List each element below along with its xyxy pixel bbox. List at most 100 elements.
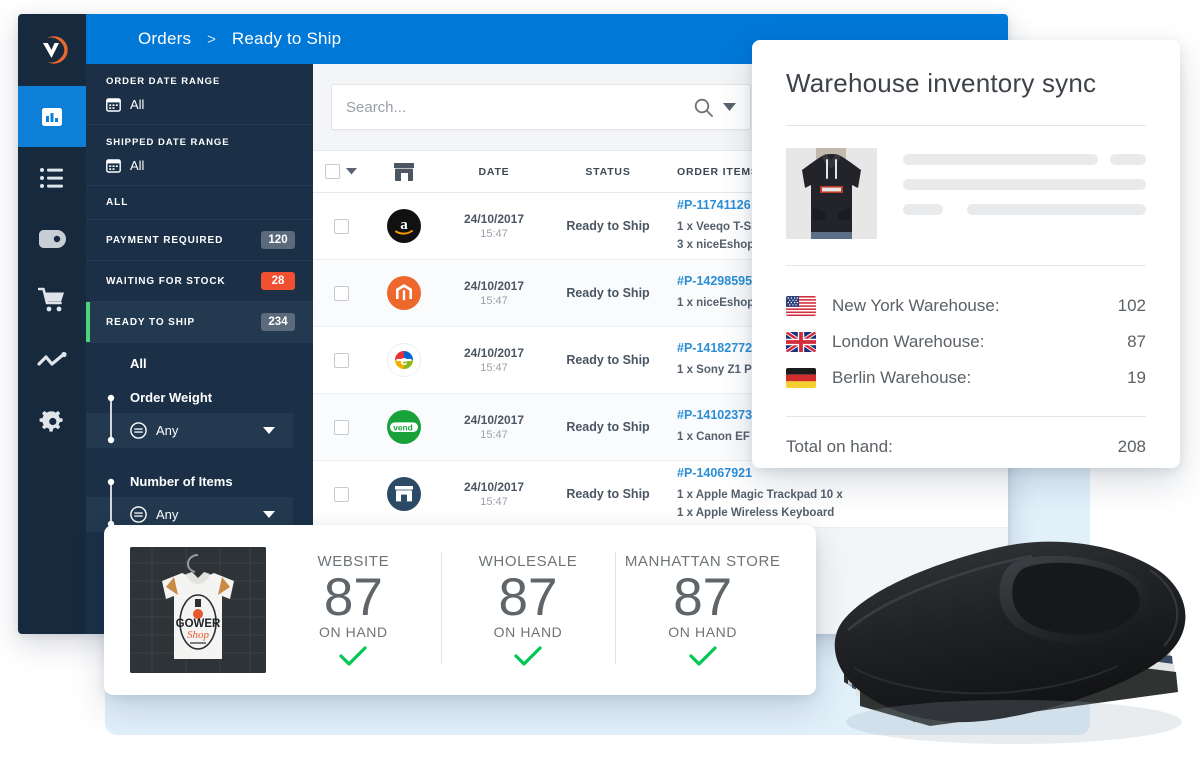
skeleton-bar — [903, 179, 1146, 190]
filter-status-count: 28 — [261, 272, 295, 290]
row-status: Ready to Ship — [566, 420, 650, 434]
row-select-cell[interactable] — [313, 285, 369, 301]
chevron-down-icon[interactable] — [346, 168, 357, 175]
row-status: Ready to Ship — [566, 487, 650, 501]
warehouse-list: New York Warehouse: 102 London Warehouse… — [786, 288, 1146, 396]
sidebar-item-products[interactable] — [18, 208, 86, 269]
filter-status-label: READY TO SHIP — [106, 316, 196, 328]
row-date: 24/10/2017 — [463, 346, 525, 360]
svg-text:vend: vend — [393, 422, 413, 432]
row-select-cell[interactable] — [313, 419, 369, 435]
row-select-cell[interactable] — [313, 352, 369, 368]
breadcrumb-current[interactable]: Ready to Ship — [232, 29, 341, 49]
filter-status-ready-to-ship[interactable]: READY TO SHIP 234 — [86, 302, 313, 343]
de-flag-icon — [786, 368, 816, 388]
column-header-date[interactable]: DATE — [439, 166, 549, 178]
filter-order-weight: Order Weight Any — [86, 382, 313, 452]
row-checkbox[interactable] — [333, 486, 349, 502]
chevron-down-icon — [263, 426, 275, 434]
divider — [786, 125, 1146, 126]
row-date: 24/10/2017 — [463, 212, 525, 226]
row-channel-cell: e — [369, 343, 439, 377]
search-input[interactable] — [346, 98, 684, 116]
row-checkbox[interactable] — [333, 218, 349, 234]
sidebar-item-reports[interactable] — [18, 330, 86, 391]
row-status-cell: Ready to Ship — [549, 351, 667, 369]
filter-status-payment-required[interactable]: PAYMENT REQUIRED 120 — [86, 220, 313, 261]
filter-sub-all[interactable]: All — [86, 343, 313, 382]
filter-order-weight-select[interactable]: Any — [86, 413, 293, 448]
svg-text:a: a — [400, 217, 408, 233]
row-select-cell[interactable] — [313, 486, 369, 502]
filter-order-date-range[interactable]: ORDER DATE RANGE All — [86, 64, 313, 125]
filter-number-of-items-title: Number of Items — [130, 474, 233, 489]
folded-tshirt-stack-photo — [818, 470, 1200, 758]
screenshot-stage: Orders > Ready to Ship ORDER DATE RANGE — [0, 0, 1200, 758]
filter-status-count: 120 — [261, 231, 295, 249]
filter-all-heading[interactable]: ALL — [86, 186, 313, 220]
divider — [786, 416, 1146, 417]
row-date-cell: 24/10/2017 15:47 — [439, 480, 549, 508]
on-hand-column-wholesale: WHOLESALE 87 ON HAND — [440, 546, 616, 674]
breadcrumb-root[interactable]: Orders — [138, 29, 191, 49]
on-hand-card: GOWER Shop WEBSITE 87 ON HAND WHOLESALE … — [104, 525, 816, 695]
filter-order-date-value-row[interactable]: All — [106, 97, 293, 112]
chevron-down-icon — [263, 510, 275, 518]
chevron-down-icon[interactable] — [723, 102, 736, 112]
filter-status-waiting-for-stock[interactable]: WAITING FOR STOCK 28 — [86, 261, 313, 302]
sidebar-item-orders[interactable] — [18, 147, 86, 208]
row-checkbox[interactable] — [333, 419, 349, 435]
skeleton-row — [903, 204, 1146, 215]
svg-text:Shop: Shop — [187, 629, 210, 641]
check-icon — [689, 645, 717, 666]
row-date-cell: 24/10/2017 15:47 — [439, 346, 549, 374]
row-status-cell: Ready to Ship — [549, 485, 667, 503]
filter-order-date-value: All — [130, 97, 145, 112]
skeleton-bar — [967, 204, 1146, 215]
on-hand-column-manhattan-store: MANHATTAN STORE 87 ON HAND — [615, 546, 790, 674]
row-status: Ready to Ship — [566, 286, 650, 300]
divider — [786, 265, 1146, 266]
filter-order-weight-title: Order Weight — [130, 390, 213, 405]
column-header-status[interactable]: STATUS — [549, 166, 667, 178]
warehouse-product-row — [786, 148, 1146, 239]
sidebar-item-dashboard[interactable] — [18, 86, 86, 147]
sidebar-item-purchasing[interactable] — [18, 269, 86, 330]
check-icon — [339, 645, 367, 666]
filter-status-label: WAITING FOR STOCK — [106, 275, 226, 287]
select-all-checkbox[interactable] — [325, 164, 340, 179]
skeleton-bar — [903, 154, 1098, 165]
row-status: Ready to Ship — [566, 219, 650, 233]
warehouse-row: Berlin Warehouse: 19 — [786, 360, 1146, 396]
amazon-icon: a — [387, 209, 421, 243]
warehouse-row: New York Warehouse: 102 — [786, 288, 1146, 324]
row-date: 24/10/2017 — [463, 279, 525, 293]
on-hand-columns: WEBSITE 87 ON HAND WHOLESALE 87 ON HAND … — [266, 546, 790, 674]
sidebar-item-settings[interactable] — [18, 391, 86, 452]
row-time: 15:47 — [480, 429, 508, 441]
us-flag-icon — [786, 296, 816, 316]
filter-number-of-items-value: Any — [156, 507, 179, 522]
row-select-cell[interactable] — [313, 218, 369, 234]
range-slider-icon — [107, 394, 115, 444]
select-all-cell[interactable] — [313, 164, 369, 179]
magento-icon — [387, 276, 421, 310]
check-icon — [514, 645, 542, 666]
row-checkbox[interactable] — [333, 285, 349, 301]
filter-shipped-date-value-row[interactable]: All — [106, 158, 293, 173]
product-detail-skeleton — [903, 148, 1146, 229]
veeqo-logo[interactable] — [18, 14, 86, 86]
row-channel-cell: vend — [369, 410, 439, 444]
row-time: 15:47 — [480, 496, 508, 508]
warehouse-name: New York Warehouse: — [832, 296, 1000, 315]
warehouse-card-title: Warehouse inventory sync — [786, 68, 1097, 98]
svg-text:e: e — [400, 353, 407, 368]
filter-shipped-date-range[interactable]: SHIPPED DATE RANGE All — [86, 125, 313, 186]
on-hand-column-website: WEBSITE 87 ON HAND — [266, 546, 441, 674]
row-checkbox[interactable] — [333, 352, 349, 368]
warehouse-total-row: Total on hand: 208 — [786, 433, 1146, 457]
search-box[interactable] — [331, 84, 751, 130]
search-icon[interactable] — [694, 98, 713, 117]
filter-order-weight-value: Any — [156, 423, 179, 438]
warehouse-qty: 102 — [1117, 296, 1146, 315]
